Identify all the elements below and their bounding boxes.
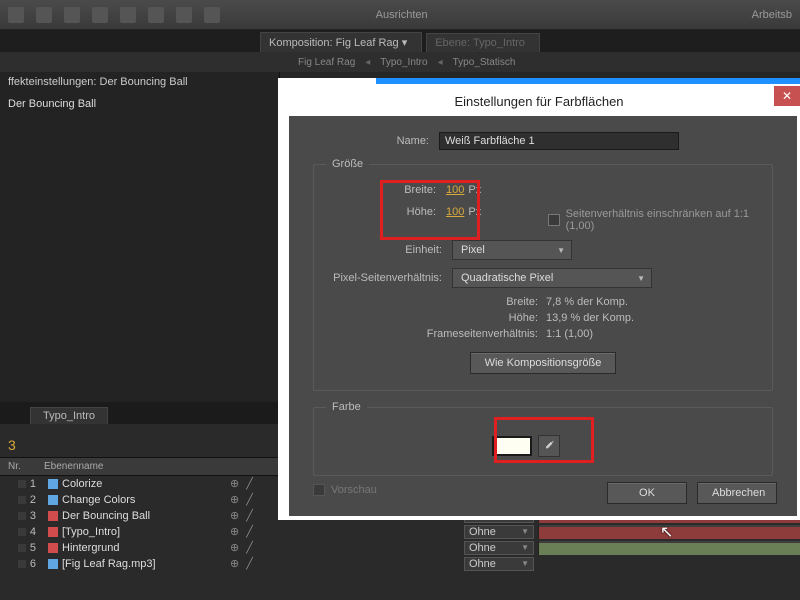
width-label: Breite: [326, 184, 446, 196]
breadcrumb-item[interactable]: Typo_Statisch [453, 57, 516, 68]
col-layername: Ebenenname [44, 461, 214, 472]
comp-size-button[interactable]: Wie Kompositionsgröße [470, 352, 617, 374]
height-value[interactable]: 100 [446, 206, 464, 218]
name-label: Name: [313, 135, 439, 147]
layer-name[interactable]: [Typo_Intro] [58, 526, 230, 538]
preview-label: Vorschau [331, 484, 377, 496]
layer-color-icon [48, 543, 58, 553]
comp-tab-main[interactable]: Komposition: Fig Leaf Rag ▾ [260, 32, 422, 52]
composition-tabs: Komposition: Fig Leaf Rag ▾ Ebene: Typo_… [0, 30, 800, 52]
rotate-tool-icon[interactable] [92, 7, 108, 23]
layer-track[interactable] [538, 541, 800, 555]
color-legend: Farbe [326, 401, 367, 413]
timeline-tab[interactable]: Typo_Intro [30, 407, 108, 424]
size-info: Breite:7,8 % der Komp. Höhe:13,9 % der K… [416, 296, 760, 340]
dialog-titlebar[interactable]: Einstellungen für Farbflächen [278, 86, 800, 116]
width-value[interactable]: 100 [446, 184, 464, 196]
layer-index: 6 [8, 558, 44, 570]
layer-color-icon [48, 479, 58, 489]
timecode[interactable]: 3 [8, 437, 16, 453]
aspect-lock-checkbox[interactable] [548, 214, 560, 226]
workspace-label[interactable]: Arbeitsb [752, 9, 792, 21]
layer-index: 1 [8, 478, 44, 490]
layer-track[interactable] [538, 525, 800, 539]
layer-index: 2 [8, 494, 44, 506]
effects-panel-tab[interactable]: ffekteinstellungen: Der Bouncing Ball [8, 76, 271, 88]
selection-tool-icon[interactable] [8, 7, 24, 23]
dialog-title: Einstellungen für Farbflächen [454, 94, 623, 109]
stamp-tool-icon[interactable] [204, 7, 220, 23]
size-legend: Größe [326, 158, 369, 170]
unit-label: Einheit: [326, 244, 452, 256]
eyedropper-button[interactable] [538, 435, 560, 457]
effects-target-name: Der Bouncing Ball [8, 98, 271, 110]
ok-button[interactable]: OK [607, 482, 687, 504]
layer-color-icon [48, 527, 58, 537]
layer-name[interactable]: Hintergrund [58, 542, 230, 554]
layer-index: 3 [8, 510, 44, 522]
layer-name[interactable]: Colorize [58, 478, 230, 490]
blend-mode-select[interactable]: Ohne▼ [464, 557, 534, 571]
preview-checkbox[interactable] [313, 484, 325, 496]
layer-color-icon [48, 511, 58, 521]
cancel-button[interactable]: Abbrechen [697, 482, 777, 504]
layer-name[interactable]: [Fig Leaf Rag.mp3] [58, 558, 230, 570]
height-label: Höhe: [326, 206, 446, 218]
blend-mode-select[interactable]: Ohne▼ [464, 541, 534, 555]
layer-color-icon [48, 495, 58, 505]
breadcrumb: Fig Leaf Rag◂ Typo_Intro◂ Typo_Statisch [0, 52, 800, 72]
table-row[interactable]: 4 [Typo_Intro]⊕ ╱ Ohne▼ [0, 524, 800, 540]
dialog-body: Name: Größe Breite: 100Px Höhe: 100Px Se… [289, 116, 797, 516]
table-row[interactable]: 5 Hintergrund⊕ ╱ Ohne▼ [0, 540, 800, 556]
layer-index: 5 [8, 542, 44, 554]
effects-panel: ffekteinstellungen: Der Bouncing Ball De… [0, 72, 280, 402]
brush-tool-icon[interactable] [176, 7, 192, 23]
par-label: Pixel-Seitenverhältnis: [326, 272, 452, 284]
layer-switches[interactable]: ⊕ ╱ [230, 557, 340, 570]
table-row[interactable]: 6 [Fig Leaf Rag.mp3]⊕ ╱ Ohne▼ [0, 556, 800, 572]
zoom-tool-icon[interactable] [64, 7, 80, 23]
layer-index: 4 [8, 526, 44, 538]
eyedropper-icon [542, 439, 556, 453]
col-number: Nr. [8, 461, 44, 472]
pen-tool-icon[interactable] [148, 7, 164, 23]
layer-name[interactable]: Change Colors [58, 494, 230, 506]
preview-row[interactable]: Vorschau [313, 484, 377, 496]
close-button[interactable]: ✕ [774, 86, 800, 106]
main-toolbar[interactable]: Ausrichten Arbeitsb [0, 0, 800, 30]
name-input[interactable] [439, 132, 679, 150]
aspect-lock-label: Seitenverhältnis einschränken auf 1:1 (1… [566, 208, 772, 232]
unit-select[interactable]: Pixel [452, 240, 572, 260]
dialog-highlight [376, 78, 800, 84]
hand-tool-icon[interactable] [36, 7, 52, 23]
par-select[interactable]: Quadratische Pixel [452, 268, 652, 288]
layer-switches[interactable]: ⊕ ╱ [230, 541, 340, 554]
color-group: Farbe [313, 401, 773, 476]
layer-color-icon [48, 559, 58, 569]
layer-switches[interactable]: ⊕ ╱ [230, 525, 340, 538]
breadcrumb-item[interactable]: Fig Leaf Rag [298, 57, 355, 68]
blend-mode-select[interactable]: Ohne▼ [464, 525, 534, 539]
aspect-lock-row[interactable]: Seitenverhältnis einschränken auf 1:1 (1… [548, 208, 772, 232]
color-swatch[interactable] [492, 436, 532, 456]
align-label[interactable]: Ausrichten [376, 9, 428, 21]
layer-name[interactable]: Der Bouncing Ball [58, 510, 230, 522]
layer-tab[interactable]: Ebene: Typo_Intro [426, 33, 540, 52]
text-tool-icon[interactable] [120, 7, 136, 23]
size-group: Größe Breite: 100Px Höhe: 100Px Seitenve… [313, 158, 773, 391]
breadcrumb-item[interactable]: Typo_Intro [380, 57, 427, 68]
